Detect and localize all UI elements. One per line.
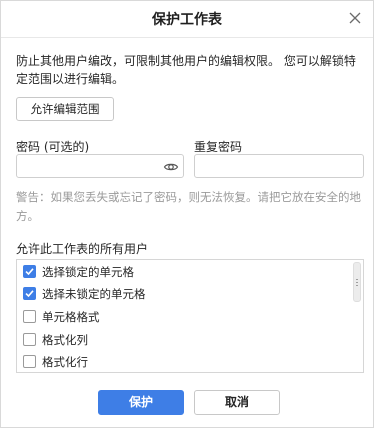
- dialog-title: 保护工作表: [152, 12, 222, 28]
- password-warning: 警告：如果您丢失或忘记了密码，则无法恢复。请把它放在安全的地方。: [16, 190, 361, 223]
- scrollbar-grip-icon: [356, 285, 358, 286]
- scrollbar-grip-icon: [356, 282, 358, 283]
- cancel-button[interactable]: 取消: [194, 390, 280, 415]
- protect-sheet-dialog: 保护工作表 防止其他用户编改，可限制其他用户的编辑权限。 您可以解锁特定范围以进…: [0, 0, 374, 428]
- eye-icon[interactable]: [163, 159, 179, 175]
- checkbox-format-columns[interactable]: [23, 333, 36, 346]
- permission-format-columns[interactable]: 格式化列: [17, 330, 351, 351]
- close-icon[interactable]: [346, 9, 364, 27]
- list-scrollbar[interactable]: [353, 262, 361, 302]
- permission-label: 格式化行: [42, 355, 88, 369]
- permission-label: 单元格格式: [42, 310, 100, 324]
- checkbox-select-unlocked[interactable]: [23, 287, 36, 300]
- permissions-list: 选择锁定的单元格 选择未锁定的单元格 单元格格式 格式化列 格式化行: [16, 259, 364, 373]
- permission-label: 选择锁定的单元格: [42, 265, 134, 279]
- password-field[interactable]: [16, 154, 184, 178]
- permission-select-locked[interactable]: 选择锁定的单元格: [17, 262, 351, 283]
- check-icon: [25, 290, 34, 298]
- permission-format-rows[interactable]: 格式化行: [17, 352, 351, 372]
- permission-label: 选择未锁定的单元格: [42, 287, 146, 301]
- permissions-label: 允许此工作表的所有用户: [16, 242, 149, 256]
- protect-button[interactable]: 保护: [98, 390, 184, 415]
- permission-select-unlocked[interactable]: 选择未锁定的单元格: [17, 284, 351, 305]
- scrollbar-grip-icon: [356, 279, 358, 280]
- checkbox-format-cells[interactable]: [23, 310, 36, 323]
- permission-format-cells[interactable]: 单元格格式: [17, 307, 351, 328]
- checkbox-format-rows[interactable]: [23, 355, 36, 368]
- dialog-description: 防止其他用户编改，可限制其他用户的编辑权限。 您可以解锁特定范围以进行编辑。: [16, 54, 356, 86]
- checkbox-select-locked[interactable]: [23, 265, 36, 278]
- password-label: 密码 (可选的): [16, 140, 90, 154]
- allow-edit-range-button[interactable]: 允许编辑范围: [16, 97, 114, 121]
- check-icon: [25, 268, 34, 276]
- confirm-password-label: 重复密码: [194, 140, 243, 154]
- title-divider: [1, 37, 373, 38]
- confirm-password-field[interactable]: [194, 154, 364, 178]
- permission-label: 格式化列: [42, 333, 88, 347]
